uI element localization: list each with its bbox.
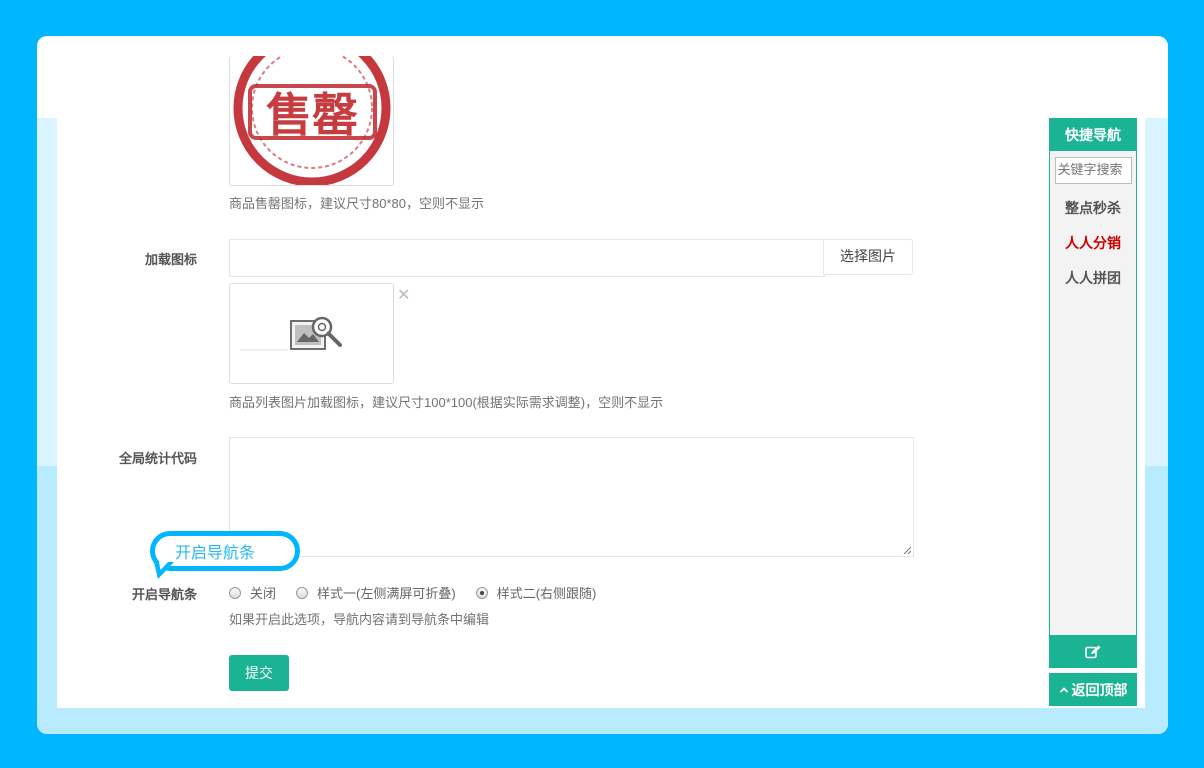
form-panel <box>57 56 1145 708</box>
sold-icon-preview[interactable]: 售罄 <box>229 56 394 186</box>
tooltip-text: 开启导航条 <box>175 543 256 562</box>
resize-grip-icon[interactable] <box>903 546 911 554</box>
image-search-icon <box>240 316 342 351</box>
chevron-up-icon <box>1059 686 1068 693</box>
stats-code-label: 全局统计代码 <box>118 451 197 466</box>
loading-icon-label: 加载图标 <box>144 252 197 267</box>
tooltip-tail <box>154 562 174 579</box>
quick-nav-panel: 快捷导航 整点秒杀 人人分销 人人拼团 <box>1049 118 1137 668</box>
remove-image-icon[interactable]: ✕ <box>397 285 410 305</box>
select-image-button[interactable]: 选择图片 <box>823 239 913 275</box>
quick-nav-item-group-buy[interactable]: 人人拼团 <box>1050 267 1136 289</box>
loading-icon-input[interactable] <box>229 239 825 277</box>
quick-nav-title: 快捷导航 <box>1050 119 1136 151</box>
quick-nav-item-distribution[interactable]: 人人分销 <box>1050 232 1136 254</box>
edit-icon <box>1085 645 1101 658</box>
radio-nav-off-label[interactable]: 关闭 <box>250 583 276 602</box>
stamp-text: 售罄 <box>266 88 358 142</box>
nav-bar-radio-group: 关闭 样式一(左侧满屏可折叠) 样式二(右侧跟随) <box>229 583 616 602</box>
sold-icon-help: 商品售罄图标，建议尺寸80*80，空则不显示 <box>229 196 484 211</box>
radio-nav-style-one-label[interactable]: 样式一(左侧满屏可折叠) <box>317 583 456 602</box>
quick-nav-item-flash-sale[interactable]: 整点秒杀 <box>1050 197 1136 219</box>
back-to-top-label: 返回顶部 <box>1071 681 1128 698</box>
quick-nav-edit-button[interactable] <box>1049 635 1137 668</box>
content-card <box>37 36 1168 734</box>
radio-nav-style-one[interactable] <box>296 586 309 599</box>
radio-nav-off[interactable] <box>229 586 241 599</box>
stats-code-textarea[interactable] <box>229 437 914 557</box>
nav-bar-label: 开启导航条 <box>131 587 197 602</box>
back-to-top-button[interactable]: 返回顶部 <box>1049 673 1137 706</box>
radio-nav-style-two-label[interactable]: 样式二(右侧跟随) <box>497 583 597 602</box>
sold-out-stamp-image: 售罄 <box>233 56 391 185</box>
radio-nav-style-two[interactable] <box>475 586 488 599</box>
loading-icon-preview[interactable] <box>229 283 394 384</box>
nav-bar-help: 如果开启此选项，导航内容请到导航条中编辑 <box>229 612 490 627</box>
submit-button[interactable]: 提交 <box>229 655 289 691</box>
loading-icon-help: 商品列表图片加载图标，建议尺寸100*100(根据实际需求调整)，空则不显示 <box>229 395 664 410</box>
quick-nav-search-input[interactable] <box>1054 157 1132 184</box>
